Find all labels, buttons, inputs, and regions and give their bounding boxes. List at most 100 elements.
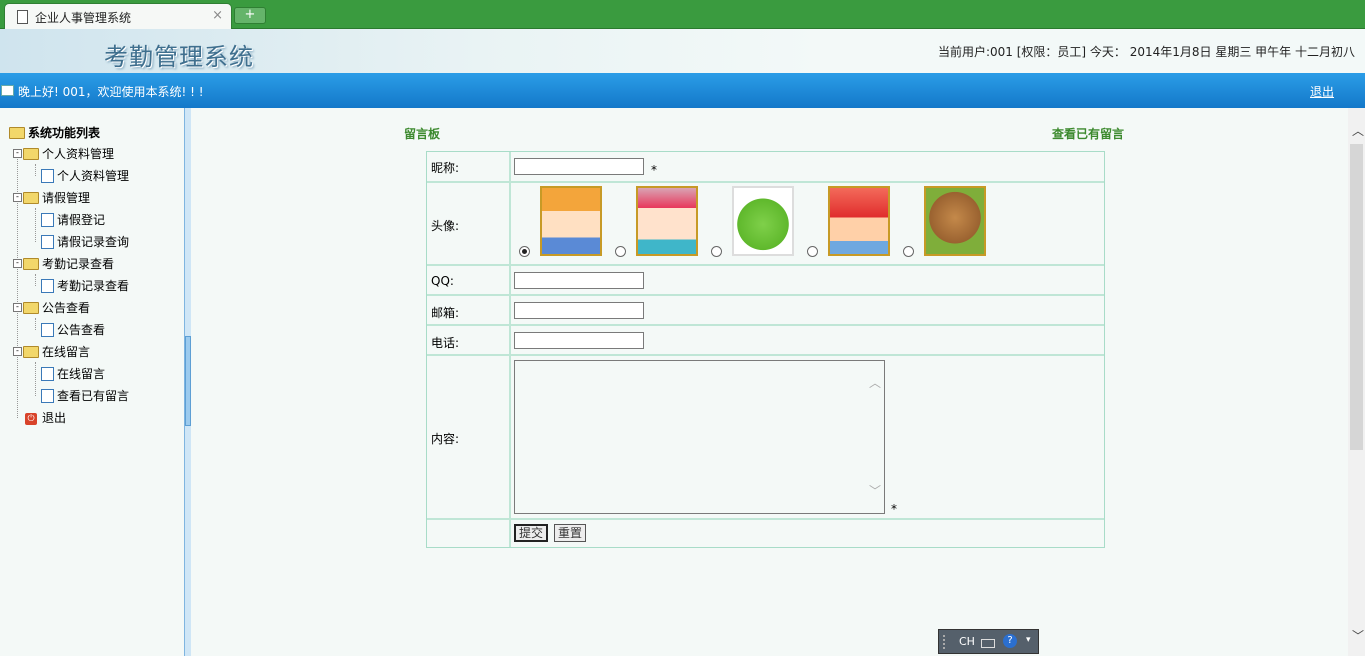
qq-label: QQ: xyxy=(431,274,454,288)
main-content: 留言板 查看已有留言 昵称: * 头像: QQ: 邮箱: 电话: 内容: ︿ ﹀… xyxy=(191,108,1348,656)
column-separator xyxy=(509,296,511,324)
tree-group-attendance[interactable]: - 考勤记录查看 xyxy=(13,255,114,273)
pink-girl-avatar-image[interactable] xyxy=(636,186,698,256)
scroll-up-icon[interactable]: ︿ xyxy=(869,374,881,391)
tree-item-exit[interactable]: ⏻ 退出 xyxy=(25,409,66,427)
reset-button[interactable]: 重置 xyxy=(554,524,587,542)
tree-group-label: 个人资料管理 xyxy=(42,147,115,161)
tree-item-notice[interactable]: 公告查看 xyxy=(41,321,105,339)
browser-tab[interactable]: 企业人事管理系统 × xyxy=(4,3,232,29)
scroll-down-icon[interactable]: ﹀ xyxy=(869,482,881,499)
edit-page-icon xyxy=(41,212,54,227)
tree-root-label: 系统功能列表 xyxy=(28,126,101,140)
grip-icon[interactable] xyxy=(943,635,951,649)
avatar-label: 头像: xyxy=(431,219,460,233)
edit-page-icon xyxy=(41,366,54,381)
power-icon: ⏻ xyxy=(25,412,37,425)
tree-group-profile[interactable]: - 个人资料管理 xyxy=(13,145,114,163)
system-title: 考勤管理系统 xyxy=(104,43,254,71)
tab-title: 企业人事管理系统 xyxy=(35,11,132,25)
tree-item-label: 在线留言 xyxy=(57,367,106,381)
required-mark: * xyxy=(651,163,657,177)
scrollbar-thumb[interactable] xyxy=(1350,144,1363,450)
column-separator xyxy=(509,326,511,354)
scroll-down-arrow-icon[interactable]: ﹀ xyxy=(1352,627,1364,644)
tree-item-view-messages[interactable]: 查看已有留言 xyxy=(41,387,129,405)
required-mark: * xyxy=(891,502,897,516)
avatar-radio-4[interactable] xyxy=(807,246,818,257)
tree-item-leave-register[interactable]: 请假登记 xyxy=(41,211,105,229)
avatar-radio-5[interactable] xyxy=(903,246,914,257)
submit-button[interactable]: 提交 xyxy=(514,524,549,542)
tree-guide-line xyxy=(35,362,36,396)
tree-root[interactable]: 系统功能列表 xyxy=(9,124,100,142)
phone-input[interactable] xyxy=(514,332,644,349)
column-separator xyxy=(509,183,511,264)
bear-avatar-image[interactable] xyxy=(924,186,986,256)
help-icon[interactable]: ? xyxy=(1003,634,1017,648)
welcome-bar: 晚上好! 001，欢迎使用本系统! ! ! 退出 xyxy=(0,73,1365,108)
folder-open-icon xyxy=(9,126,25,139)
tree-guide-line xyxy=(35,164,36,176)
folder-open-icon xyxy=(23,147,39,160)
tree-group-messages[interactable]: - 在线留言 xyxy=(13,343,90,361)
tree-item-leave-records[interactable]: 请假记录查询 xyxy=(41,233,129,251)
tree-item-label: 考勤记录查看 xyxy=(57,279,130,293)
tree-guide-line xyxy=(35,318,36,330)
welcome-message: 晚上好! 001，欢迎使用本系统! ! ! xyxy=(18,85,204,99)
column-separator xyxy=(509,356,511,518)
tree-group-notice[interactable]: - 公告查看 xyxy=(13,299,90,317)
avatar-radio-3[interactable] xyxy=(711,246,722,257)
tree-item-label: 请假记录查询 xyxy=(57,235,130,249)
page-scrollbar[interactable]: ︿ ﹀ xyxy=(1348,108,1365,656)
frog-avatar-image[interactable] xyxy=(732,186,794,256)
nickname-label: 昵称: xyxy=(431,161,460,175)
edit-page-icon xyxy=(41,278,54,293)
ime-toolbar[interactable]: CH ? ▾ xyxy=(938,629,1039,654)
column-separator xyxy=(509,520,511,547)
collapse-icon[interactable]: - xyxy=(13,193,22,202)
girl-avatar-image[interactable] xyxy=(540,186,602,256)
logout-link[interactable]: 退出 xyxy=(1310,83,1334,100)
folder-open-icon xyxy=(23,257,39,270)
edit-page-icon xyxy=(41,234,54,249)
form-row-content: 内容: ︿ ﹀ * xyxy=(427,356,1104,520)
email-input[interactable] xyxy=(514,302,644,319)
folder-open-icon xyxy=(23,345,39,358)
tree-item-label: 公告查看 xyxy=(57,323,106,337)
tree-item-label: 查看已有留言 xyxy=(57,389,130,403)
form-row-email: 邮箱: xyxy=(427,296,1104,326)
qq-input[interactable] xyxy=(514,272,644,289)
sidebar: 系统功能列表 - 个人资料管理 个人资料管理 - 请假管理 请假登记 请假记录查询 … xyxy=(0,108,185,656)
tree-guide-line xyxy=(35,274,36,286)
dropdown-arrow-icon[interactable]: ▾ xyxy=(1026,635,1031,645)
id-card-icon xyxy=(1,85,14,96)
avatar-radio-1[interactable] xyxy=(519,246,530,257)
nickname-input[interactable] xyxy=(514,158,644,175)
tree-item-profile[interactable]: 个人资料管理 xyxy=(41,167,129,185)
close-tab-icon[interactable]: × xyxy=(212,8,223,23)
collapse-icon[interactable]: - xyxy=(13,259,22,268)
tree-item-attendance[interactable]: 考勤记录查看 xyxy=(41,277,129,295)
content-textarea[interactable] xyxy=(514,360,885,514)
view-messages-link[interactable]: 查看已有留言 xyxy=(1052,125,1124,142)
tree-group-label: 考勤记录查看 xyxy=(42,257,115,271)
form-row-phone: 电话: xyxy=(427,326,1104,356)
tree-item-online-message[interactable]: 在线留言 xyxy=(41,365,105,383)
tree-group-leave[interactable]: - 请假管理 xyxy=(13,189,90,207)
avatar-radio-2[interactable] xyxy=(615,246,626,257)
collapse-icon[interactable]: - xyxy=(13,149,22,158)
column-separator xyxy=(509,266,511,294)
keyboard-icon[interactable] xyxy=(981,639,995,648)
ime-language[interactable]: CH xyxy=(959,635,975,648)
collapse-icon[interactable]: - xyxy=(13,303,22,312)
new-tab-button[interactable]: + xyxy=(234,7,266,24)
red-hood-avatar-image[interactable] xyxy=(828,186,890,256)
form-row-buttons: 提交 重置 xyxy=(427,520,1104,547)
current-user-info: 当前用户:001 [权限：员工] 今天： 2014年1月8日 星期三 甲午年 十… xyxy=(937,45,1355,59)
content-label: 内容: xyxy=(431,432,460,446)
collapse-icon[interactable]: - xyxy=(13,347,22,356)
scroll-up-arrow-icon[interactable]: ︿ xyxy=(1352,122,1364,139)
document-icon xyxy=(17,10,28,24)
tree-item-label: 个人资料管理 xyxy=(57,169,130,183)
